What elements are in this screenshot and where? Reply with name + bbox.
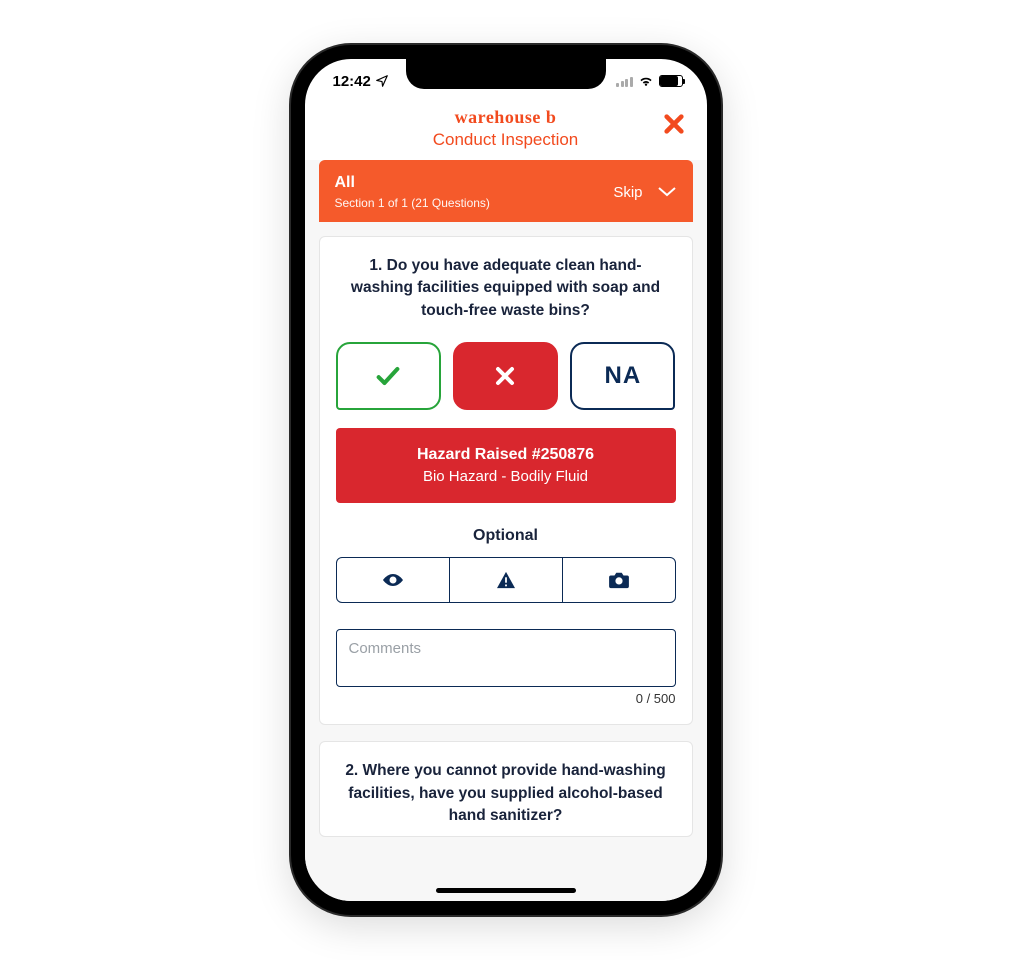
location-icon [375,74,389,88]
camera-icon [608,571,630,589]
answer-no-button[interactable] [453,342,558,410]
eye-icon [381,572,405,588]
answer-yes-button[interactable] [336,342,441,410]
alert-button[interactable] [449,558,562,602]
hazard-banner[interactable]: Hazard Raised #250876 Bio Hazard - Bodil… [336,428,676,503]
close-icon [663,113,685,135]
check-icon [374,362,402,390]
content-area: All Section 1 of 1 (21 Questions) Skip 1… [305,160,707,901]
status-time: 12:42 [333,73,371,90]
notch [406,59,606,89]
camera-button[interactable] [562,558,675,602]
alert-icon [496,571,516,589]
app-title: warehouse b [305,107,707,128]
section-subtitle: Section 1 of 1 (21 Questions) [335,196,490,210]
wifi-icon [638,75,654,87]
home-indicator [436,888,576,893]
app-subtitle: Conduct Inspection [305,130,707,150]
skip-button[interactable]: Skip [613,184,642,201]
question-card-1: 1. Do you have adequate clean hand-washi… [319,236,693,725]
view-button[interactable] [337,558,449,602]
phone-screen: 12:42 warehouse b Conduct Inspection All [305,59,707,901]
comments-counter: 0 / 500 [336,691,676,706]
optional-label: Optional [336,527,676,545]
close-button[interactable] [663,113,685,135]
comments-input[interactable]: Comments [336,629,676,687]
battery-icon [659,75,683,87]
chevron-down-icon[interactable] [657,186,677,198]
phone-frame: 12:42 warehouse b Conduct Inspection All [291,45,721,915]
signal-icon [616,76,633,87]
section-bar[interactable]: All Section 1 of 1 (21 Questions) Skip [319,160,693,222]
question-text-2: 2. Where you cannot provide hand-washing… [336,760,676,827]
question-text: 1. Do you have adequate clean hand-washi… [336,255,676,322]
answer-row: NA [336,342,676,410]
x-icon [493,364,517,388]
hazard-title: Hazard Raised #250876 [346,446,666,464]
hazard-subtitle: Bio Hazard - Bodily Fluid [346,468,666,485]
section-title: All [335,174,490,192]
optional-row [336,557,676,603]
question-card-2: 2. Where you cannot provide hand-washing… [319,741,693,836]
answer-na-button[interactable]: NA [570,342,675,410]
app-header: warehouse b Conduct Inspection [305,103,707,160]
